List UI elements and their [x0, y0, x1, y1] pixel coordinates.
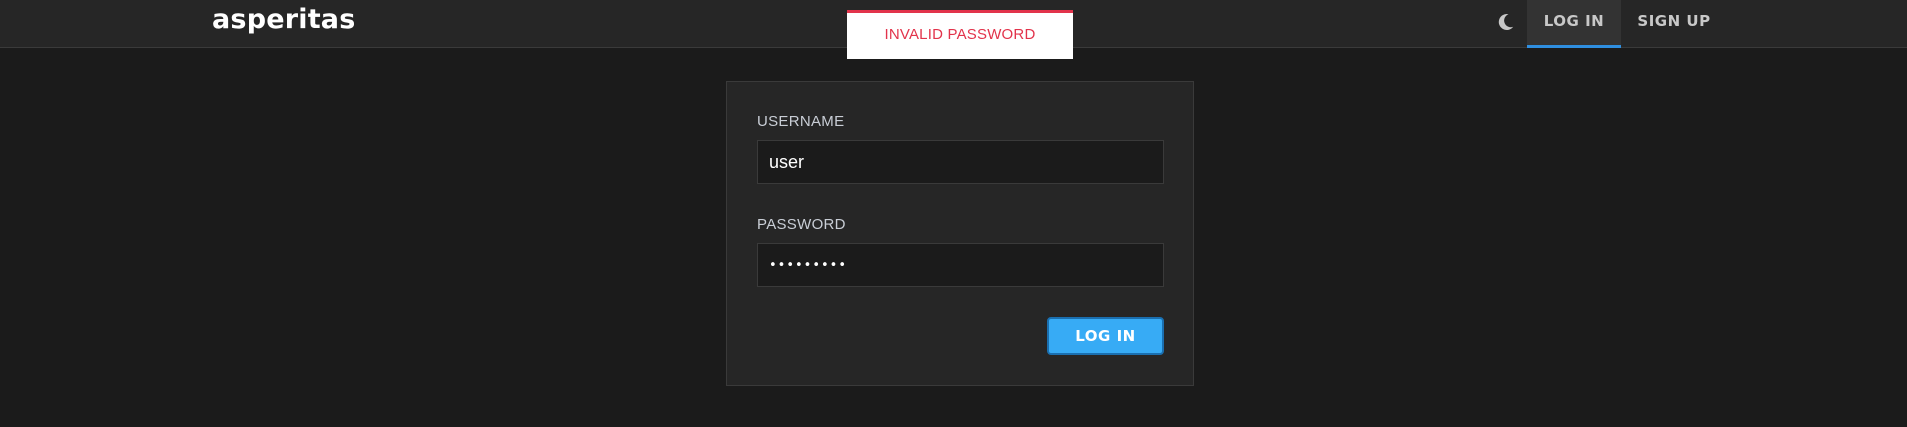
- log-in-button[interactable]: LOG IN: [1047, 317, 1164, 355]
- brand-logo[interactable]: asperitas: [212, 4, 356, 35]
- login-form: USERNAME PASSWORD LOG IN: [726, 81, 1194, 386]
- error-toast: INVALID PASSWORD: [847, 10, 1073, 59]
- moon-icon[interactable]: [1494, 11, 1516, 33]
- nav-tab-sign-up[interactable]: SIGN UP: [1621, 0, 1727, 48]
- password-input[interactable]: [757, 243, 1164, 287]
- username-input[interactable]: [757, 140, 1164, 184]
- nav-tab-log-in[interactable]: LOG IN: [1527, 0, 1621, 48]
- password-label: PASSWORD: [757, 216, 846, 233]
- username-label: USERNAME: [757, 113, 845, 130]
